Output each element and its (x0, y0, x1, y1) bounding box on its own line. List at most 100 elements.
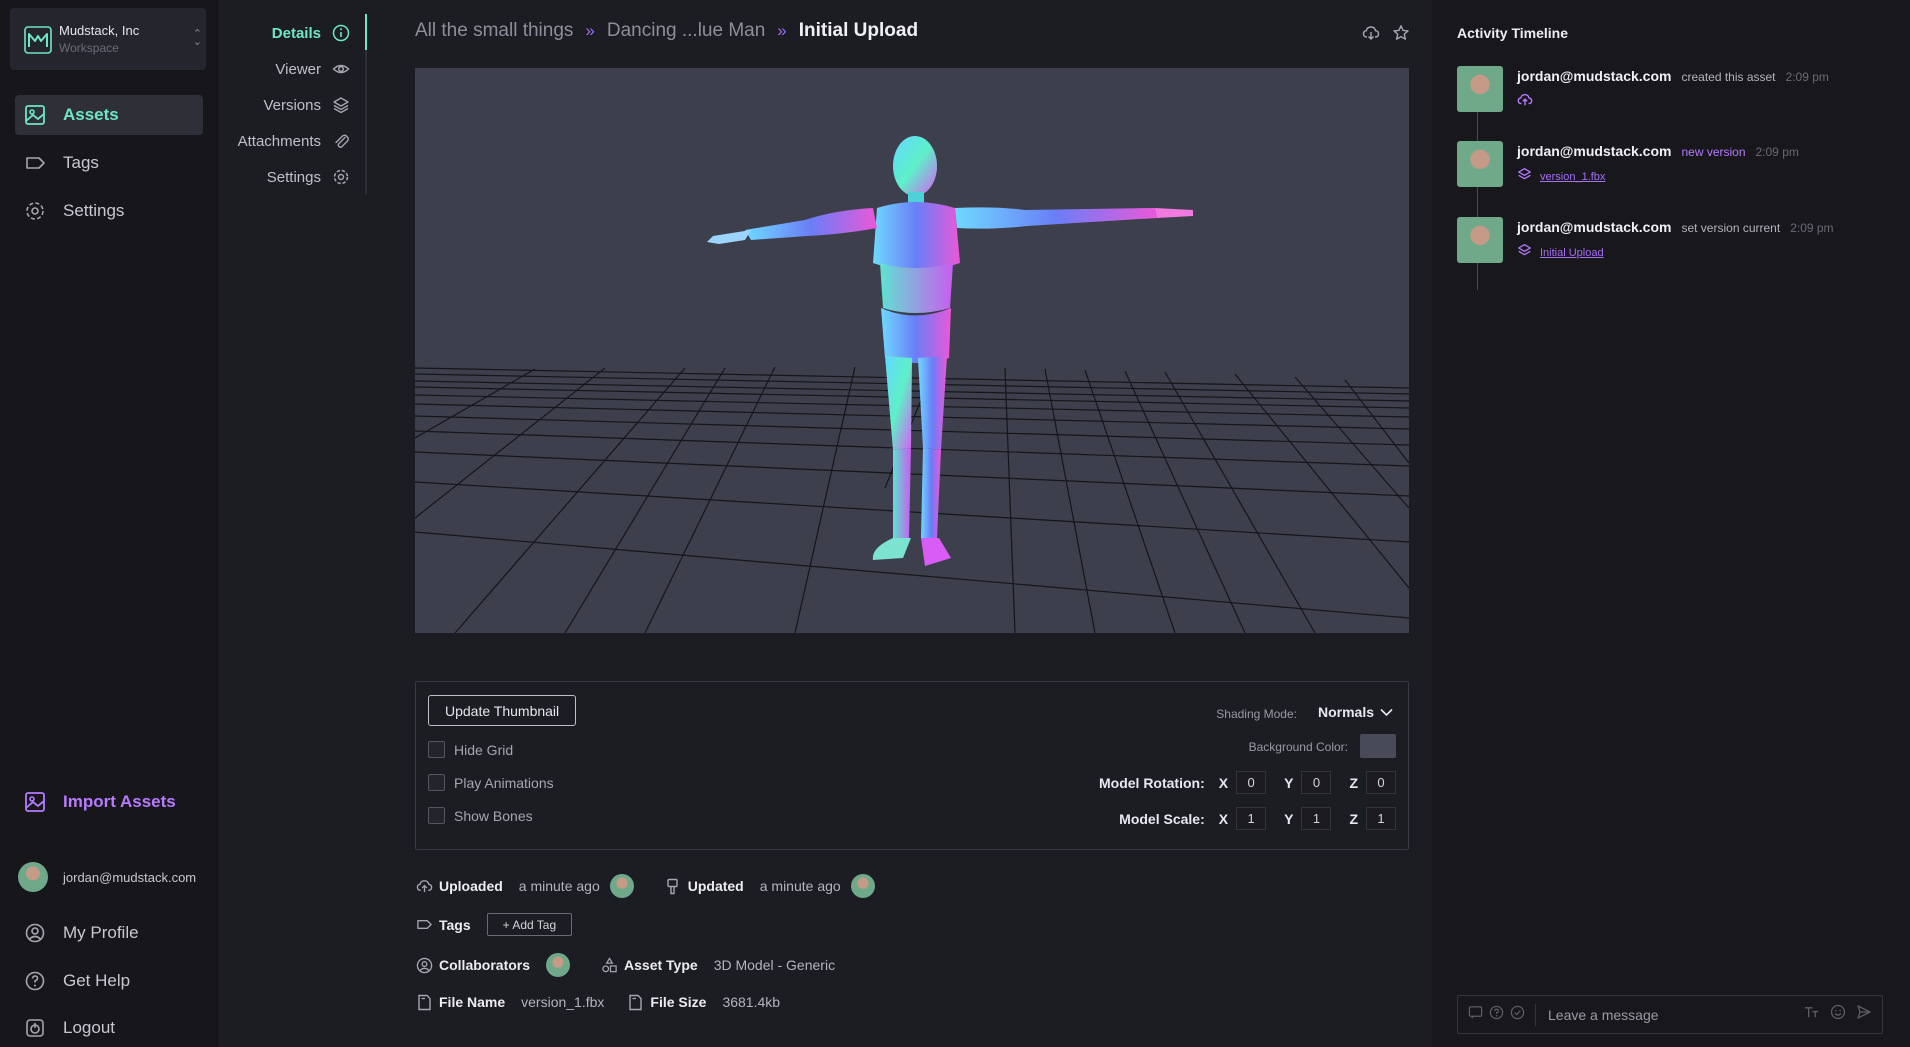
activity-link[interactable]: version_1.fbx (1540, 171, 1605, 183)
emoji-icon[interactable] (1830, 1004, 1846, 1025)
cloud-upload-icon (1517, 92, 1533, 113)
axis-label-z: Z (1349, 774, 1358, 791)
activity-user[interactable]: jordan@mudstack.com (1517, 68, 1671, 84)
avatar (18, 862, 48, 892)
avatar[interactable] (1457, 66, 1503, 112)
axis-label-z: Z (1349, 810, 1358, 827)
tab-label: Attachments (237, 132, 321, 150)
tab-viewer[interactable]: Viewer (275, 55, 351, 83)
tab-settings[interactable]: Settings (267, 163, 351, 191)
sidebar-item-label: Assets (63, 105, 119, 124)
check-circle-icon[interactable] (1510, 1005, 1525, 1025)
hide-grid-checkbox[interactable]: Hide Grid (428, 741, 513, 758)
rotation-x-input[interactable]: 0 (1236, 771, 1267, 794)
add-tag-button[interactable]: + Add Tag (486, 913, 573, 936)
comment-icon[interactable] (1468, 1005, 1483, 1025)
detail-nav: Details Viewer Versions Attachments Sett… (219, 0, 369, 200)
activity-link[interactable]: Initial Upload (1540, 247, 1604, 259)
avatar[interactable] (546, 953, 571, 977)
sidebar-item-label: Logout (63, 1018, 115, 1037)
shapes-icon (600, 956, 618, 974)
message-input[interactable] (1536, 1006, 1803, 1023)
sidebar-item-assets[interactable]: Assets (15, 95, 203, 135)
send-icon[interactable] (1856, 1004, 1872, 1025)
show-bones-checkbox[interactable]: Show Bones (428, 807, 533, 824)
model-scale-label: Model Scale: (1119, 810, 1205, 827)
collaborators-row: Collaborators Asset Type 3D Model - Gene… (415, 953, 845, 977)
workspace-switcher[interactable]: Mudstack, Inc Workspace ⌃ ⌄ (10, 8, 206, 70)
avatar[interactable] (609, 874, 634, 898)
file-size-value: 3681.4kb (722, 994, 781, 1010)
layers-icon (1517, 167, 1532, 187)
sidebar-item-logout[interactable]: Logout (15, 1008, 203, 1047)
checkbox-box[interactable] (428, 774, 445, 791)
import-assets-label: Import Assets (63, 792, 176, 811)
question-icon[interactable] (1489, 1005, 1504, 1025)
logout-icon (15, 1008, 55, 1047)
tab-details[interactable]: Details (272, 19, 351, 47)
rotation-z-input[interactable]: 0 (1366, 771, 1396, 794)
image-icon (15, 95, 55, 135)
breadcrumb-current: Initial Upload (798, 20, 919, 41)
tag-icon (15, 143, 55, 183)
user-circle-icon (415, 956, 433, 974)
model-scale-row: Model Scale: X 1 Y 1 Z 1 (1119, 807, 1396, 830)
tab-label: Details (271, 24, 321, 42)
sidebar-item-settings[interactable]: Settings (15, 191, 203, 231)
tab-versions[interactable]: Versions (263, 91, 351, 119)
viewer-controls: Update Thumbnail Hide Grid Play Animatio… (415, 681, 1409, 850)
tab-label: Versions (263, 96, 321, 114)
mudstack-logo-icon (24, 26, 52, 54)
breadcrumb-item[interactable]: Dancing ...lue Man (607, 20, 765, 42)
scale-z-input[interactable]: 1 (1366, 807, 1396, 830)
avatar[interactable] (850, 874, 875, 898)
axis-label-x: X (1218, 774, 1229, 791)
model-viewer[interactable] (415, 68, 1409, 633)
text-format-icon[interactable] (1803, 1005, 1820, 1025)
checkbox-label: Show Bones (454, 807, 533, 824)
activity-action: created this asset (1681, 70, 1776, 84)
activity-user[interactable]: jordan@mudstack.com (1517, 219, 1671, 235)
update-thumbnail-button[interactable]: Update Thumbnail (428, 695, 577, 726)
breadcrumb-item[interactable]: All the small things (415, 20, 573, 42)
avatar[interactable] (1457, 217, 1503, 263)
current-user[interactable]: jordan@mudstack.com (18, 862, 196, 892)
checkbox-box[interactable] (428, 807, 445, 824)
checkbox-label: Play Animations (454, 774, 554, 791)
activity-item: jordan@mudstack.com new version 2:09 pm … (1457, 141, 1897, 201)
chevron-down-icon (1380, 708, 1393, 716)
mannequin-model (707, 136, 1193, 566)
shading-mode-value: Normals (1317, 704, 1374, 720)
scale-x-input[interactable]: 1 (1236, 807, 1267, 830)
star-icon[interactable] (1392, 24, 1410, 47)
breadcrumb: All the small things » Dancing ...lue Ma… (415, 20, 918, 42)
info-icon (331, 23, 351, 43)
sidebar-item-tags[interactable]: Tags (15, 143, 203, 183)
cloud-download-icon[interactable] (1362, 24, 1380, 47)
checkbox-box[interactable] (428, 741, 445, 758)
sidebar-item-label: My Profile (63, 923, 139, 942)
rotation-y-input[interactable]: 0 (1301, 771, 1332, 794)
tab-label: Viewer (275, 60, 321, 78)
sidebar-item-my-profile[interactable]: My Profile (15, 913, 203, 953)
gear-icon (15, 191, 55, 231)
avatar[interactable] (1457, 141, 1503, 187)
activity-time: 2:09 pm (1755, 145, 1799, 159)
shading-mode-select[interactable]: Normals (1318, 704, 1393, 720)
background-color-swatch[interactable] (1360, 734, 1396, 758)
activity-user[interactable]: jordan@mudstack.com (1517, 143, 1671, 159)
tab-attachments[interactable]: Attachments (238, 127, 351, 155)
play-animations-checkbox[interactable]: Play Animations (428, 774, 554, 791)
scale-y-input[interactable]: 1 (1301, 807, 1332, 830)
model-rotation-row: Model Rotation: X 0 Y 0 Z 0 (1099, 771, 1396, 794)
activity-item: jordan@mudstack.com created this asset 2… (1457, 66, 1897, 126)
activity-action: new version (1681, 145, 1746, 159)
sidebar-item-get-help[interactable]: Get Help (15, 961, 203, 1001)
layers-icon (1517, 243, 1532, 263)
activity-time: 2:09 pm (1785, 70, 1829, 84)
import-assets-button[interactable]: Import Assets (15, 782, 203, 822)
file-name-label: File Name (439, 994, 506, 1010)
breadcrumb-separator-icon: » (585, 21, 595, 40)
layers-icon (331, 95, 351, 115)
workspace-name: Mudstack, Inc (59, 23, 140, 38)
